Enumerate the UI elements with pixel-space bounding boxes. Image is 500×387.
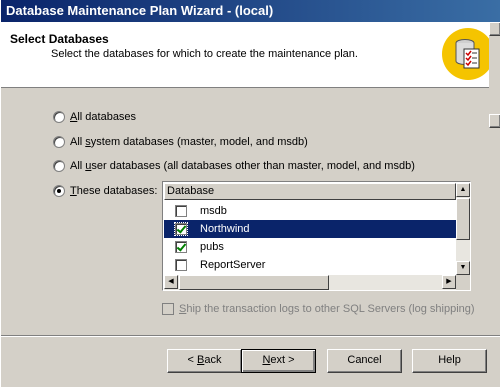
- database-name: Northwind: [200, 223, 250, 235]
- radio-button[interactable]: [53, 111, 65, 123]
- database-name: msdb: [200, 205, 227, 217]
- radio-label: These databases:: [70, 185, 158, 197]
- database-name: ReportServer: [200, 259, 266, 271]
- edge-scroll-thumb[interactable]: [489, 114, 500, 128]
- page-title: Select Databases: [10, 32, 109, 46]
- database-checkbox[interactable]: [175, 241, 187, 253]
- window-title: Database Maintenance Plan Wizard - (loca…: [6, 3, 274, 18]
- database-checkbox[interactable]: [175, 259, 187, 271]
- ship-logs-checkbox: [162, 303, 174, 315]
- list-item[interactable]: msdb: [164, 202, 456, 220]
- scroll-left-arrow-icon[interactable]: ◀: [164, 275, 178, 289]
- ship-logs-label: Ship the transaction logs to other SQL S…: [179, 303, 475, 315]
- vertical-scrollbar[interactable]: ▲ ▼: [456, 183, 470, 275]
- radio-label: All databases: [70, 111, 137, 123]
- scroll-down-arrow-icon[interactable]: ▼: [456, 261, 470, 275]
- radio-label: All user databases (all databases other …: [70, 160, 415, 172]
- database-checklist-icon: [442, 28, 494, 80]
- page-subtitle: Select the databases for which to create…: [51, 48, 358, 60]
- next-button[interactable]: Next >: [241, 349, 316, 373]
- cancel-button[interactable]: Cancel: [327, 349, 402, 373]
- scroll-corner: [456, 275, 470, 290]
- list-item[interactable]: pubs: [164, 238, 456, 256]
- help-button[interactable]: Help: [412, 349, 487, 373]
- wizard-header: Select Databases Select the databases fo…: [1, 22, 500, 88]
- scroll-up-arrow-icon[interactable]: ▲: [456, 183, 470, 197]
- right-edge-scroll: [489, 22, 500, 387]
- scroll-right-arrow-icon[interactable]: ▶: [442, 275, 456, 289]
- title-bar[interactable]: Database Maintenance Plan Wizard - (loca…: [1, 0, 500, 22]
- vertical-scroll-thumb[interactable]: [456, 198, 470, 240]
- horizontal-scroll-thumb[interactable]: [179, 275, 329, 290]
- radio-all-databases[interactable]: All databases: [53, 109, 136, 125]
- edge-scroll-up-button[interactable]: [489, 22, 500, 36]
- radio-button[interactable]: [53, 160, 65, 172]
- column-header-database[interactable]: Database: [164, 183, 456, 200]
- wizard-window: Database Maintenance Plan Wizard - (loca…: [0, 0, 500, 387]
- radio-user-databases[interactable]: All user databases (all databases other …: [53, 158, 415, 174]
- ship-logs-option: Ship the transaction logs to other SQL S…: [162, 303, 475, 315]
- database-list[interactable]: Database msdb Northwind pubs ReportServe…: [162, 181, 471, 291]
- footer-divider: [1, 335, 500, 337]
- back-button[interactable]: < Back: [167, 349, 242, 373]
- database-checkbox[interactable]: [174, 222, 188, 236]
- database-checkbox[interactable]: [175, 205, 187, 217]
- horizontal-scrollbar[interactable]: ◀ ▶: [164, 275, 456, 290]
- list-item[interactable]: ReportServer: [164, 256, 456, 274]
- radio-button[interactable]: [53, 136, 65, 148]
- radio-label: All system databases (master, model, and…: [70, 136, 308, 148]
- radio-these-databases[interactable]: These databases:: [53, 183, 157, 199]
- database-list-content: Database msdb Northwind pubs ReportServe…: [164, 183, 456, 275]
- radio-button[interactable]: [53, 185, 65, 197]
- radio-system-databases[interactable]: All system databases (master, model, and…: [53, 134, 308, 150]
- list-item[interactable]: Northwind: [164, 220, 456, 238]
- database-name: pubs: [200, 241, 224, 253]
